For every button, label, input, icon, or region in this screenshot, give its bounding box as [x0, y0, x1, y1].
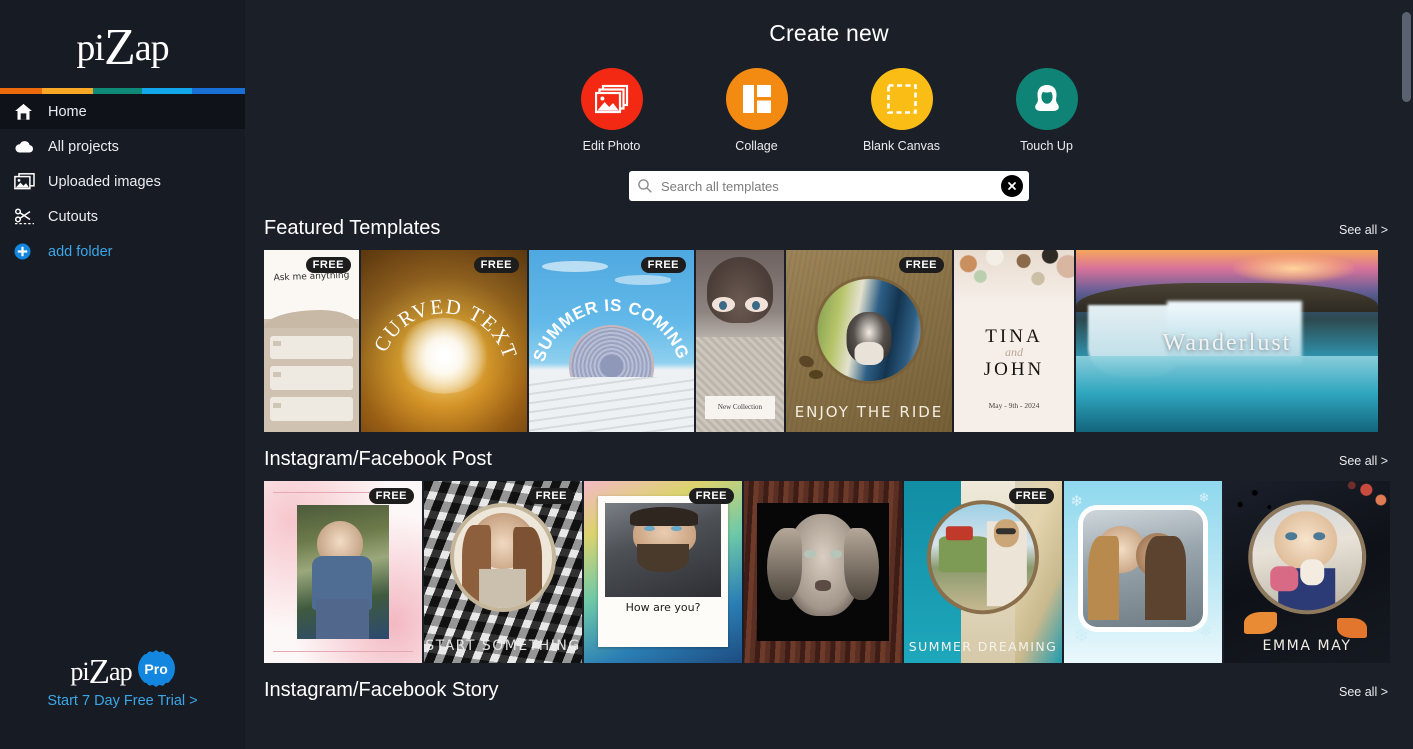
pro-logo-pre: pi — [70, 657, 89, 686]
pro-upsell[interactable]: piZap Pro Start 7 Day Free Trial > — [0, 650, 245, 709]
logo-text-pre: pi — [76, 27, 105, 69]
free-badge: FREE — [368, 488, 414, 504]
svg-text:CURVED TEXT: CURVED TEXT — [370, 296, 520, 362]
template-card-wanderlust[interactable]: Wanderlust — [1076, 250, 1378, 432]
free-badge: FREE — [898, 257, 944, 273]
see-all-link[interactable]: See all > — [1339, 685, 1388, 699]
create-action-label: Touch Up — [1020, 139, 1073, 153]
vertical-scrollbar[interactable] — [1399, 0, 1413, 749]
template-card-pink-frame-girl[interactable]: FREE — [264, 481, 422, 663]
images-icon — [14, 172, 40, 192]
pro-badge-label: Pro — [144, 660, 168, 677]
sidebar-item-all-projects[interactable]: All projects — [0, 129, 245, 164]
section-header: Featured Templates See all > — [245, 217, 1413, 240]
sidebar-item-label: Home — [48, 103, 87, 120]
template-sections: Featured Templates See all > Ask me anyth… — [245, 217, 1413, 702]
template-card-tina-and-john[interactable]: TINA and JOHN May - 9th - 2024 — [954, 250, 1074, 432]
stripe-segment — [42, 88, 93, 94]
template-card-curved-text[interactable]: CURVED TEXT FREE — [361, 250, 527, 432]
pro-logo-z: Z — [88, 652, 110, 691]
template-card-snowflake-friends[interactable]: ❄ ❄ ❄ ❄ — [1064, 481, 1222, 663]
pro-logo-post: ap — [109, 657, 133, 686]
pro-badge-icon: Pro — [137, 650, 175, 687]
page-title: Create new — [769, 20, 889, 46]
free-badge: FREE — [688, 488, 734, 504]
search-input[interactable] — [655, 178, 1001, 194]
scissors-icon — [14, 207, 40, 227]
sidebar-item-label: All projects — [48, 138, 119, 155]
create-action-touch-up[interactable]: Touch Up — [994, 68, 1099, 153]
section-featured-templates: Featured Templates See all > Ask me anyth… — [245, 217, 1413, 432]
photo-stack-icon — [580, 68, 643, 130]
template-row: Ask me anything FREE CURVED TEXT FREE SUM… — [245, 250, 1413, 432]
main-content: Create new Edit Photo Collage Blank Canvas… — [245, 0, 1413, 749]
stripe-segment — [142, 88, 192, 94]
start-free-trial-link[interactable]: Start 7 Day Free Trial > — [0, 693, 245, 709]
sidebar-item-label: Uploaded images — [48, 173, 161, 190]
home-icon — [14, 102, 40, 122]
face-icon — [1015, 68, 1078, 130]
create-action-edit-photo[interactable]: Edit Photo — [559, 68, 664, 153]
template-card-new-collection[interactable]: New Collection — [696, 250, 784, 432]
section-header: Instagram/Facebook Post See all > — [245, 448, 1413, 471]
template-card-start-something[interactable]: START SOMETHING FREE — [424, 481, 582, 663]
template-card-summer-dreaming[interactable]: SUMMER DREAMING FREE — [904, 481, 1062, 663]
sidebar-item-label: add folder — [48, 243, 113, 260]
template-card-dog-portrait[interactable] — [744, 481, 902, 663]
template-card-emma-may[interactable]: EMMA MAY — [1224, 481, 1390, 663]
search-box[interactable] — [629, 171, 1029, 201]
sidebar-item-home[interactable]: Home — [0, 94, 245, 129]
free-badge: FREE — [640, 257, 686, 273]
template-row: FREE START SOMETHING FREE How are you? F… — [245, 481, 1413, 663]
sidebar: piZap Home All projects Uploaded images Cut… — [0, 0, 245, 749]
create-action-label: Blank Canvas — [862, 139, 941, 153]
section-instagram-facebook-post: Instagram/Facebook Post See all > FREE ST… — [245, 448, 1413, 663]
clear-search-icon[interactable] — [1001, 175, 1023, 197]
see-all-link[interactable]: See all > — [1339, 454, 1388, 468]
create-actions: Edit Photo Collage Blank Canvas Touch Up — [245, 68, 1413, 153]
create-action-label: Collage — [735, 139, 778, 153]
dashed-square-icon — [870, 68, 933, 130]
cloud-icon — [14, 137, 40, 157]
free-badge: FREE — [473, 257, 519, 273]
see-all-link[interactable]: See all > — [1339, 223, 1388, 237]
collage-grid-icon — [725, 68, 788, 130]
search-icon — [637, 178, 655, 194]
sidebar-nav: Home All projects Uploaded images Cutouts ad… — [0, 94, 245, 269]
search-row — [245, 171, 1413, 201]
create-action-label: Edit Photo — [582, 139, 641, 153]
template-card-how-are-you[interactable]: How are you? FREE — [584, 481, 742, 663]
section-header: Instagram/Facebook Story See all > — [245, 679, 1413, 702]
logo-text-z: Z — [103, 19, 136, 76]
sidebar-item-add-folder[interactable]: add folder — [0, 234, 245, 269]
free-badge: FREE — [528, 488, 574, 504]
logo-text-post: ap — [134, 27, 170, 69]
app-logo[interactable]: piZap — [0, 0, 245, 88]
template-card-summer-is-coming[interactable]: SUMMER IS COMING FREE — [529, 250, 694, 432]
stripe-segment — [192, 88, 245, 94]
color-stripe — [0, 88, 245, 94]
create-action-collage[interactable]: Collage — [704, 68, 809, 153]
section-instagram-facebook-story: Instagram/Facebook Story See all > — [245, 679, 1413, 702]
sidebar-item-uploaded-images[interactable]: Uploaded images — [0, 164, 245, 199]
section-title: Featured Templates — [264, 217, 441, 239]
pro-logo: piZap — [70, 651, 133, 689]
template-card-enjoy-the-ride[interactable]: ENJOY THE RIDE FREE — [786, 250, 952, 432]
section-title: Instagram/Facebook Post — [264, 448, 492, 470]
free-badge: FREE — [1008, 488, 1054, 504]
plus-circle-icon — [14, 242, 40, 262]
svg-text:SUMMER IS COMING: SUMMER IS COMING — [530, 296, 693, 364]
section-title: Instagram/Facebook Story — [264, 679, 499, 701]
free-badge: FREE — [305, 257, 351, 273]
create-action-blank-canvas[interactable]: Blank Canvas — [849, 68, 954, 153]
stripe-segment — [0, 88, 42, 94]
stripe-segment — [93, 88, 142, 94]
scrollbar-thumb[interactable] — [1402, 12, 1411, 102]
sidebar-item-cutouts[interactable]: Cutouts — [0, 199, 245, 234]
sidebar-item-label: Cutouts — [48, 208, 98, 225]
template-card-ask-me-anything[interactable]: Ask me anything FREE — [264, 250, 359, 432]
